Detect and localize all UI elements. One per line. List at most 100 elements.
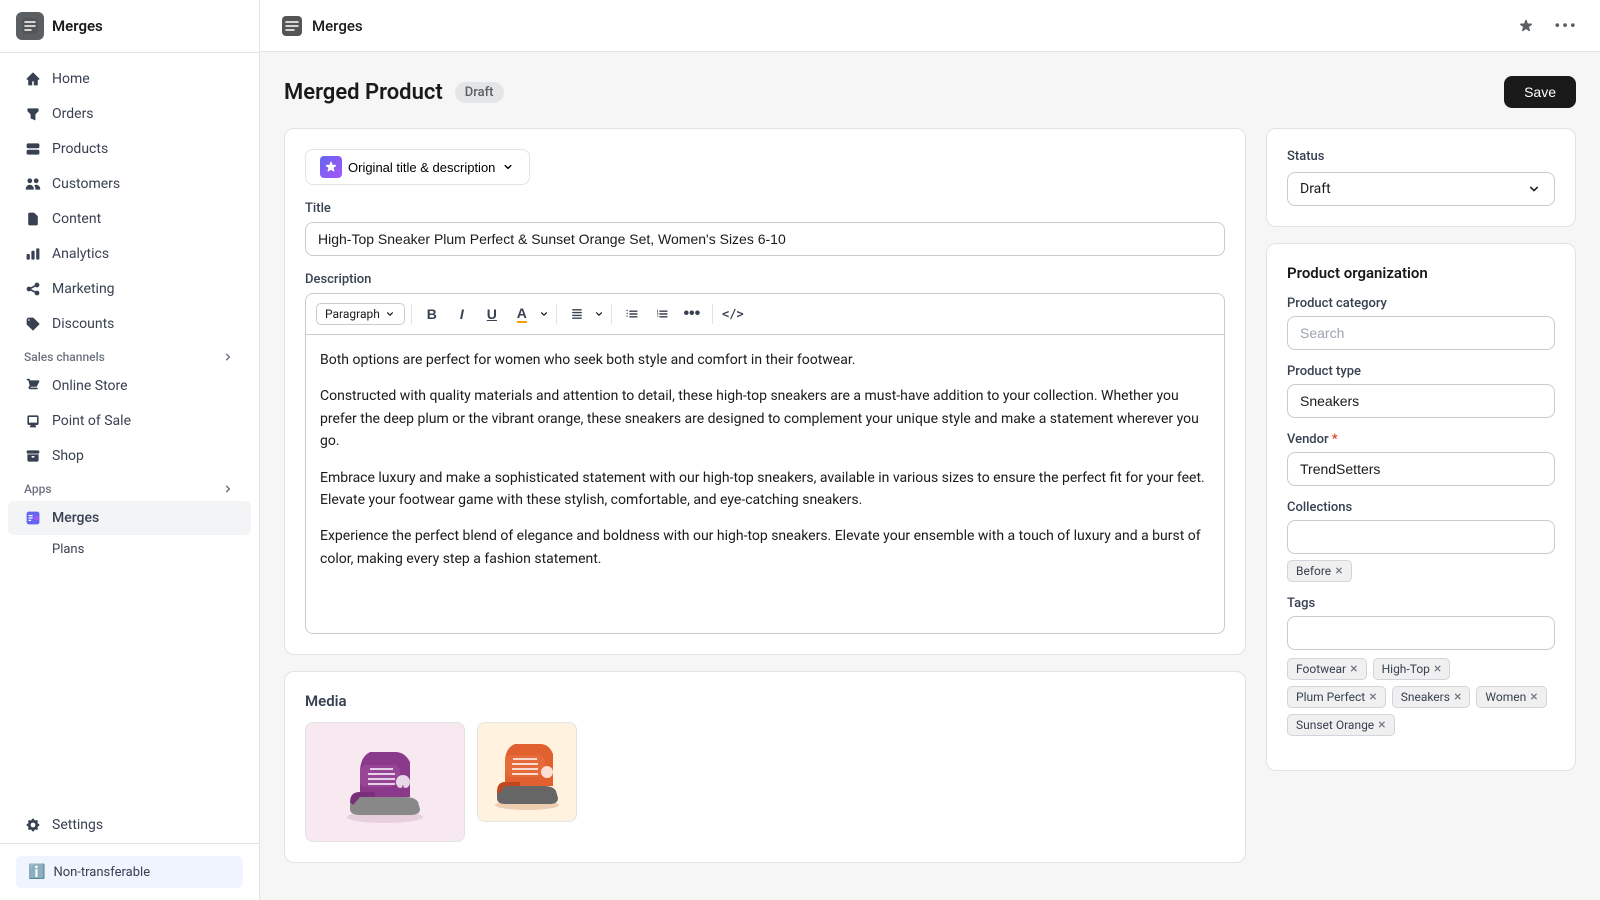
non-transferable-banner: ℹ️ Non-transferable — [16, 856, 243, 888]
more-button[interactable]: ••• — [1552, 12, 1580, 40]
collection-tag-label: Before — [1296, 564, 1331, 578]
toolbar-sep-2 — [556, 304, 557, 324]
tag-plum-perfect: Plum Perfect × — [1287, 686, 1386, 708]
settings-nav-item[interactable]: Settings — [8, 808, 251, 842]
sidebar: Merges Home Orders Products Customers — [0, 0, 260, 900]
sidebar-item-analytics[interactable]: Analytics — [8, 237, 251, 271]
sidebar-item-plans[interactable]: Plans — [8, 536, 251, 563]
category-input[interactable] — [1287, 316, 1555, 350]
bullet-list-button[interactable] — [618, 300, 646, 328]
underline-button[interactable]: U — [478, 300, 506, 328]
tag-footwear-remove[interactable]: × — [1350, 662, 1357, 676]
sidebar-item-merges[interactable]: Merges — [8, 501, 251, 535]
sidebar-item-customers[interactable]: Customers — [8, 167, 251, 201]
purple-shoe-image — [335, 737, 435, 827]
orange-shoe-image — [485, 732, 570, 812]
desc-para-1: Both options are perfect for women who s… — [320, 349, 1210, 371]
sidebar-item-content[interactable]: Content — [8, 202, 251, 236]
collections-input[interactable] — [1287, 520, 1555, 554]
page-title: Merged Product — [284, 80, 443, 105]
product-category-group: Product category — [1287, 296, 1555, 350]
align-button[interactable] — [563, 300, 591, 328]
sidebar-item-home[interactable]: Home — [8, 62, 251, 96]
code-button[interactable]: </> — [719, 300, 747, 328]
tag-plum-perfect-label: Plum Perfect — [1296, 690, 1365, 704]
more-options-button[interactable]: ••• — [678, 300, 706, 328]
status-select[interactable]: Draft — [1287, 172, 1555, 206]
page-title-group: Merged Product Draft — [284, 80, 504, 105]
sidebar-item-shop-label: Shop — [52, 448, 84, 464]
topbar-logo — [280, 14, 304, 38]
vendor-input[interactable] — [1287, 452, 1555, 486]
sidebar-item-home-label: Home — [52, 71, 90, 87]
analytics-icon — [24, 245, 42, 263]
pos-icon — [24, 412, 42, 430]
pin-button[interactable] — [1512, 12, 1540, 40]
sidebar-item-point-of-sale[interactable]: Point of Sale — [8, 404, 251, 438]
tag-high-top-label: High-Top — [1382, 662, 1430, 676]
bold-button[interactable]: B — [418, 300, 446, 328]
sidebar-item-orders-label: Orders — [52, 106, 94, 122]
title-label: Title — [305, 201, 1225, 216]
align-chevron-icon — [593, 308, 605, 320]
tags-group: Tags Footwear × High-Top × — [1287, 596, 1555, 736]
sidebar-logo — [16, 12, 44, 40]
italic-button[interactable]: I — [448, 300, 476, 328]
tags-input[interactable] — [1287, 616, 1555, 650]
apps-section: Apps — [8, 474, 251, 500]
product-type-group: Product type — [1287, 364, 1555, 418]
expand-icon — [221, 350, 235, 364]
sidebar-item-products[interactable]: Products — [8, 132, 251, 166]
sidebar-item-discounts[interactable]: Discounts — [8, 307, 251, 341]
shop-icon — [24, 447, 42, 465]
tag-sunset-orange-remove[interactable]: × — [1378, 718, 1385, 732]
media-thumb-1[interactable] — [305, 722, 465, 842]
title-input[interactable] — [305, 222, 1225, 256]
ordered-list-button[interactable] — [648, 300, 676, 328]
tag-sunset-orange: Sunset Orange × — [1287, 714, 1395, 736]
sidebar-item-discounts-label: Discounts — [52, 316, 114, 332]
paragraph-chevron-icon — [384, 308, 396, 320]
tag-sunset-orange-label: Sunset Orange — [1296, 718, 1374, 732]
paragraph-label: Paragraph — [325, 307, 380, 321]
status-current-value: Draft — [1300, 181, 1331, 197]
toolbar-sep-1 — [411, 304, 412, 324]
sidebar-item-shop[interactable]: Shop — [8, 439, 251, 473]
category-label: Product category — [1287, 296, 1555, 311]
media-grid — [305, 722, 1225, 842]
collection-tag-remove[interactable]: × — [1335, 564, 1342, 578]
tags-label: Tags — [1287, 596, 1555, 611]
settings-icon — [24, 816, 42, 834]
editor-content[interactable]: Both options are perfect for women who s… — [305, 334, 1225, 634]
tag-sneakers-remove[interactable]: × — [1454, 690, 1461, 704]
type-input[interactable] — [1287, 384, 1555, 418]
tag-women-remove[interactable]: × — [1530, 690, 1537, 704]
toolbar-sep-4 — [712, 304, 713, 324]
tag-plum-perfect-remove[interactable]: × — [1369, 690, 1376, 704]
ai-dropdown-label: Original title & description — [348, 160, 495, 175]
tag-sneakers-label: Sneakers — [1401, 690, 1450, 704]
tag-women-label: Women — [1485, 690, 1526, 704]
sidebar-item-products-label: Products — [52, 141, 108, 157]
ai-dropdown-button[interactable]: Original title & description — [305, 149, 530, 185]
tag-high-top-remove[interactable]: × — [1434, 662, 1441, 676]
discounts-icon — [24, 315, 42, 333]
content-icon — [24, 210, 42, 228]
sidebar-item-marketing[interactable]: Marketing — [8, 272, 251, 306]
color-label: A — [517, 305, 527, 323]
sidebar-item-orders[interactable]: Orders — [8, 97, 251, 131]
align-icon — [570, 307, 584, 321]
vendor-required-asterisk: * — [1332, 432, 1338, 447]
sales-channels-section: Sales channels — [8, 342, 251, 368]
sidebar-item-pos-label: Point of Sale — [52, 413, 131, 429]
color-button[interactable]: A — [508, 300, 536, 328]
collections-label: Collections — [1287, 500, 1555, 515]
product-org-title: Product organization — [1287, 264, 1555, 282]
toolbar-sep-3 — [611, 304, 612, 324]
paragraph-select[interactable]: Paragraph — [316, 303, 405, 325]
sidebar-item-online-store[interactable]: Online Store — [8, 369, 251, 403]
save-button[interactable]: Save — [1504, 76, 1576, 108]
ai-icon — [320, 156, 342, 178]
sales-channels-label: Sales channels — [24, 350, 105, 364]
media-thumb-2[interactable] — [477, 722, 577, 822]
